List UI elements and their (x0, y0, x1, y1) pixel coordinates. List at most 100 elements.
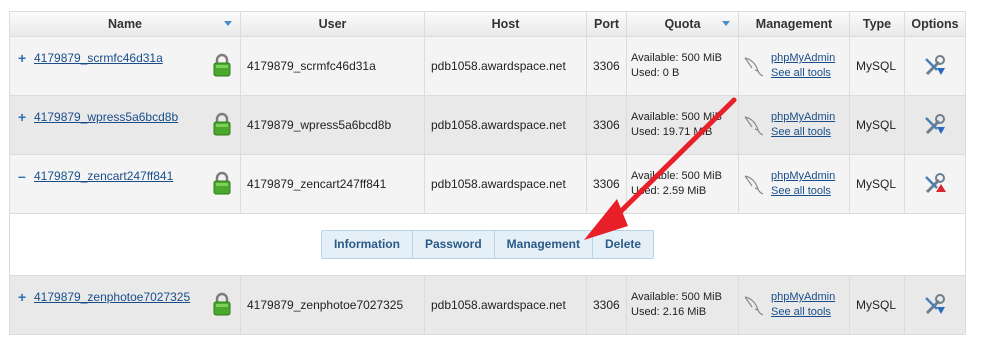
password-button[interactable]: Password (411, 231, 494, 258)
database-name-link[interactable]: 4179879_wpress5a6bcd8b (34, 110, 178, 124)
type-cell: MySQL (849, 96, 904, 154)
expand-toggle[interactable]: + (18, 290, 34, 304)
quota-used: Used: 0 B (631, 67, 680, 79)
management-cell: phpMyAdmin See all tools (738, 96, 849, 154)
options-cell (904, 276, 966, 334)
type-cell: MySQL (849, 37, 904, 95)
database-name-link[interactable]: 4179879_scrmfc46d31a (34, 51, 163, 65)
management-cell: phpMyAdmin See all tools (738, 37, 849, 95)
quota-cell: Available: 500 MiB Used: 2.16 MiB (626, 276, 738, 334)
expanded-actions-row: Information Password Management Delete (9, 214, 966, 276)
column-header-management: Management (738, 12, 849, 36)
management-cell: phpMyAdmin See all tools (738, 276, 849, 334)
mysql-dolphin-icon (744, 175, 764, 195)
column-header-quota[interactable]: Quota (626, 12, 738, 36)
tools-icon[interactable] (922, 171, 948, 197)
user-cell: 4179879_wpress5a6bcd8b (240, 96, 424, 154)
port-cell: 3306 (586, 37, 626, 95)
sort-down-icon[interactable] (722, 21, 730, 26)
host-cell: pdb1058.awardspace.net (424, 155, 586, 213)
management-button[interactable]: Management (493, 231, 592, 258)
delete-button[interactable]: Delete (592, 231, 653, 258)
user-cell: 4179879_scrmfc46d31a (240, 37, 424, 95)
quota-cell: Available: 500 MiB Used: 19.71 MiB (626, 96, 738, 154)
quota-used: Used: 2.16 MiB (631, 306, 707, 318)
options-cell (904, 37, 966, 95)
database-name-link[interactable]: 4179879_zenphotoe7027325 (34, 290, 190, 304)
see-all-tools-link[interactable]: See all tools (771, 305, 835, 320)
quota-available: Available: 500 MiB (631, 111, 722, 123)
column-header-management-label: Management (755, 17, 833, 31)
mysql-dolphin-icon (744, 296, 764, 316)
name-cell: + 4179879_scrmfc46d31a (9, 37, 240, 95)
lock-icon (213, 171, 231, 195)
tools-icon[interactable] (922, 292, 948, 318)
phpmyadmin-link[interactable]: phpMyAdmin (771, 51, 835, 66)
management-cell: phpMyAdmin See all tools (738, 155, 849, 213)
column-header-user: User (240, 12, 424, 36)
quota-used: Used: 19.71 MiB (631, 126, 713, 138)
lock-icon (213, 53, 231, 77)
collapse-toggle[interactable]: – (18, 169, 34, 183)
name-cell: + 4179879_wpress5a6bcd8b (9, 96, 240, 154)
information-button[interactable]: Information (322, 231, 412, 258)
user-value: 4179879_zencart247ff841 (247, 177, 387, 191)
database-name-link[interactable]: 4179879_zencart247ff841 (34, 169, 173, 183)
expand-toggle[interactable]: + (18, 51, 34, 65)
port-cell: 3306 (586, 96, 626, 154)
type-cell: MySQL (849, 155, 904, 213)
column-header-type-label: Type (862, 17, 892, 31)
phpmyadmin-link[interactable]: phpMyAdmin (771, 110, 835, 125)
table-row: + 4179879_scrmfc46d31a 4179879_scrmfc46d… (9, 37, 966, 96)
user-value: 4179879_zenphotoe7027325 (247, 298, 404, 312)
host-cell: pdb1058.awardspace.net (424, 37, 586, 95)
type-value: MySQL (856, 118, 897, 132)
actions-toolbar: Information Password Management Delete (320, 230, 655, 259)
quota-used: Used: 2.59 MiB (631, 185, 707, 197)
port-cell: 3306 (586, 276, 626, 334)
sort-down-icon[interactable] (224, 21, 232, 26)
port-value: 3306 (593, 298, 620, 312)
host-cell: pdb1058.awardspace.net (424, 96, 586, 154)
column-header-port: Port (586, 12, 626, 36)
column-header-name[interactable]: Name (9, 12, 240, 36)
lock-icon (213, 292, 231, 316)
host-cell: pdb1058.awardspace.net (424, 276, 586, 334)
database-table: Name User Host Port Quota Management Typ… (9, 11, 966, 335)
see-all-tools-link[interactable]: See all tools (771, 125, 835, 140)
port-value: 3306 (593, 177, 620, 191)
tools-icon[interactable] (922, 53, 948, 79)
column-header-host-label: Host (491, 17, 520, 31)
column-header-options: Options (904, 12, 966, 36)
tools-icon[interactable] (922, 112, 948, 138)
phpmyadmin-link[interactable]: phpMyAdmin (771, 290, 835, 305)
type-value: MySQL (856, 177, 897, 191)
name-cell: + 4179879_zenphotoe7027325 (9, 276, 240, 334)
column-header-port-label: Port (594, 17, 619, 31)
column-header-quota-label: Quota (664, 17, 701, 31)
phpmyadmin-link[interactable]: phpMyAdmin (771, 169, 835, 184)
mysql-dolphin-icon (744, 116, 764, 136)
column-header-options-label: Options (911, 17, 959, 31)
type-cell: MySQL (849, 276, 904, 334)
lock-icon (213, 112, 231, 136)
column-header-user-label: User (318, 17, 347, 31)
type-value: MySQL (856, 59, 897, 73)
port-cell: 3306 (586, 155, 626, 213)
options-cell (904, 155, 966, 213)
see-all-tools-link[interactable]: See all tools (771, 184, 835, 199)
expand-toggle[interactable]: + (18, 110, 34, 124)
user-cell: 4179879_zencart247ff841 (240, 155, 424, 213)
see-all-tools-link[interactable]: See all tools (771, 66, 835, 81)
table-header: Name User Host Port Quota Management Typ… (9, 11, 966, 37)
quota-available: Available: 500 MiB (631, 170, 722, 182)
quota-cell: Available: 500 MiB Used: 2.59 MiB (626, 155, 738, 213)
user-value: 4179879_wpress5a6bcd8b (247, 118, 392, 132)
column-header-type: Type (849, 12, 904, 36)
column-header-name-label: Name (107, 17, 143, 31)
port-value: 3306 (593, 59, 620, 73)
mysql-dolphin-icon (744, 57, 764, 77)
table-row: + 4179879_wpress5a6bcd8b 4179879_wpress5… (9, 96, 966, 155)
user-value: 4179879_scrmfc46d31a (247, 59, 376, 73)
name-cell: – 4179879_zencart247ff841 (9, 155, 240, 213)
